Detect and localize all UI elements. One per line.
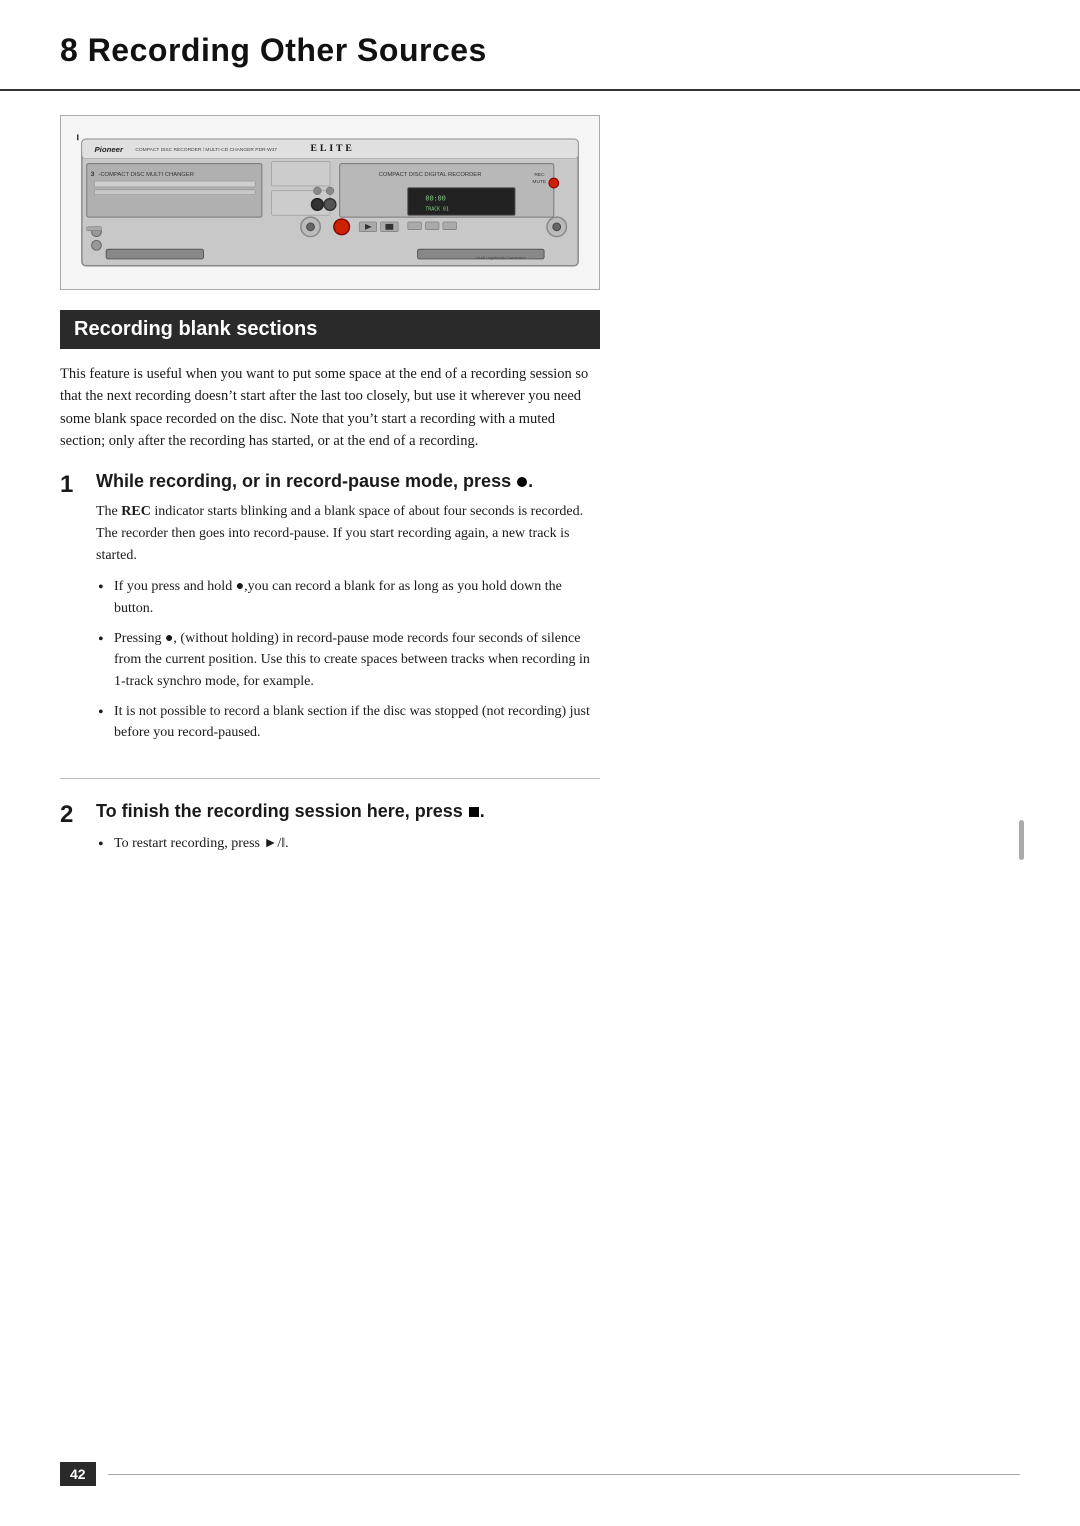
rec-label: REC bbox=[121, 504, 151, 519]
section-heading: Recording blank sections bbox=[60, 310, 600, 349]
device-image: Pioneer COMPACT DISC RECORDER / MULTI-CD… bbox=[60, 115, 600, 290]
page-container: 8 Recording Other Sources Pioneer COMPAC… bbox=[0, 0, 1080, 1526]
page-number: 42 bbox=[60, 1462, 96, 1486]
step-2-bullets: To restart recording, press ►/‖. bbox=[96, 833, 600, 855]
step-divider bbox=[60, 778, 600, 779]
svg-text:Pioneer: Pioneer bbox=[95, 145, 124, 154]
content-area: Pioneer COMPACT DISC RECORDER / MULTI-CD… bbox=[0, 91, 1080, 883]
bullet-1-3: It is not possible to record a blank sec… bbox=[96, 701, 600, 744]
svg-text:Hi-bit LegatoLink Conversion: Hi-bit LegatoLink Conversion bbox=[476, 255, 526, 260]
step-1-content: While recording, or in record-pause mode… bbox=[96, 469, 600, 758]
step-2-title-text: To finish the recording session here, pr… bbox=[96, 801, 463, 821]
step-2-title: To finish the recording session here, pr… bbox=[96, 799, 600, 823]
intro-text: This feature is useful when you want to … bbox=[60, 363, 600, 453]
bullet-1-2: Pressing ●, (without holding) in record-… bbox=[96, 628, 600, 693]
svg-text:3: 3 bbox=[91, 171, 95, 178]
stop-square-icon bbox=[469, 807, 479, 817]
svg-text:MUTE: MUTE bbox=[532, 179, 547, 185]
step-1-desc: The REC indicator starts blinking and a … bbox=[96, 501, 600, 566]
right-column bbox=[620, 91, 1020, 883]
page-number-line bbox=[108, 1474, 1020, 1475]
svg-text:COMPACT DISC DIGITAL RECORDER: COMPACT DISC DIGITAL RECORDER bbox=[379, 172, 482, 178]
step-2: 2 To finish the recording session here, … bbox=[60, 799, 600, 869]
chapter-title: 8 Recording Other Sources bbox=[60, 32, 1020, 69]
svg-text:-COMPACT DISC MULTI CHANGER: -COMPACT DISC MULTI CHANGER bbox=[98, 172, 194, 178]
step-1-title: While recording, or in record-pause mode… bbox=[96, 469, 600, 493]
step-2-content: To finish the recording session here, pr… bbox=[96, 799, 600, 869]
step-1: 1 While recording, or in record-pause mo… bbox=[60, 469, 600, 758]
svg-text:ELITE: ELITE bbox=[311, 143, 355, 154]
bullet-1-1: If you press and hold ●,you can record a… bbox=[96, 576, 600, 619]
svg-text:REC: REC bbox=[534, 172, 545, 178]
chapter-header: 8 Recording Other Sources bbox=[0, 0, 1080, 91]
svg-text:00:00: 00:00 bbox=[425, 195, 445, 203]
page-number-bar: 42 bbox=[0, 1462, 1080, 1486]
device-svg: Pioneer COMPACT DISC RECORDER / MULTI-CD… bbox=[77, 132, 583, 273]
left-column: Pioneer COMPACT DISC RECORDER / MULTI-CD… bbox=[60, 91, 620, 883]
step-1-bullets: If you press and hold ●,you can record a… bbox=[96, 576, 600, 744]
svg-text:TRACK 01: TRACK 01 bbox=[425, 206, 448, 212]
step-1-title-text: While recording, or in record-pause mode… bbox=[96, 471, 511, 491]
record-circle-icon bbox=[517, 477, 527, 487]
scrollbar-indicator[interactable] bbox=[1019, 820, 1024, 860]
step-2-number: 2 bbox=[60, 799, 96, 829]
svg-text:COMPACT DISC RECORDER / MULTI-: COMPACT DISC RECORDER / MULTI-CD CHANGER… bbox=[135, 147, 277, 153]
bullet-2-1: To restart recording, press ►/‖. bbox=[96, 833, 600, 855]
step-1-number: 1 bbox=[60, 469, 96, 499]
